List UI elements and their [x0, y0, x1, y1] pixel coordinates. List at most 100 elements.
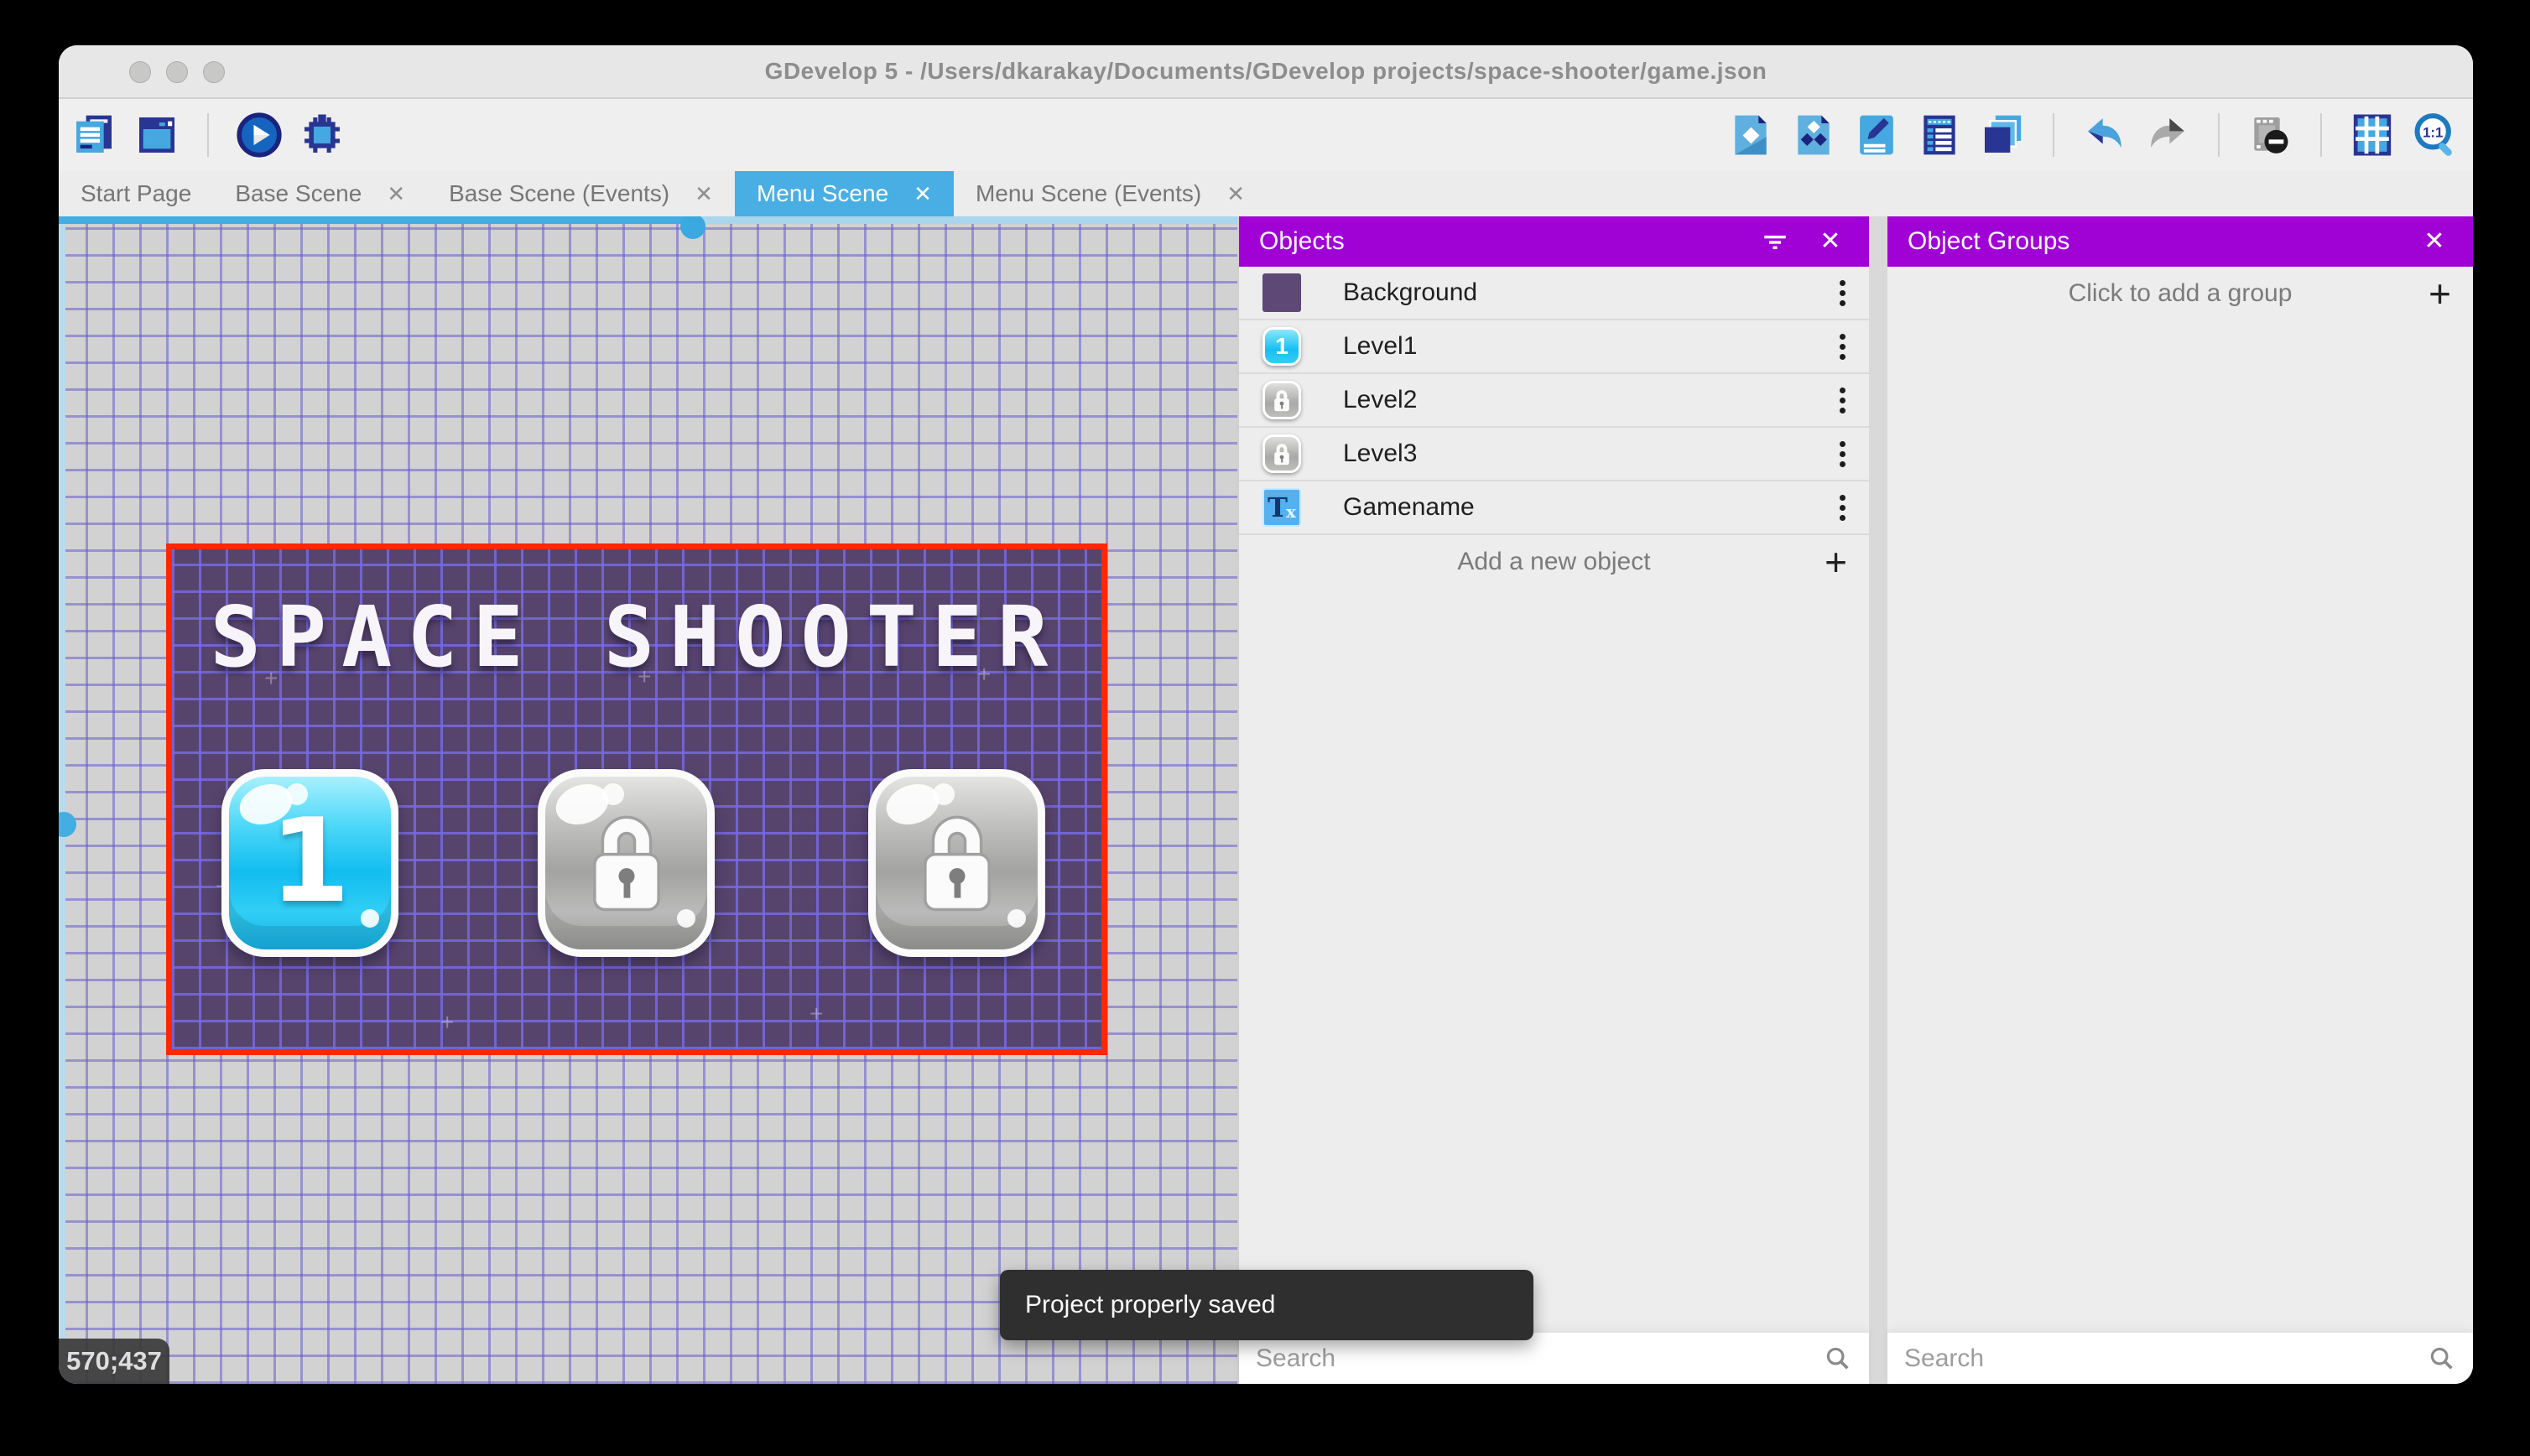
close-tab-icon[interactable]: ✕ — [914, 183, 932, 205]
debug-icon[interactable] — [298, 111, 346, 159]
search-icon — [1826, 1347, 1849, 1370]
button-highlight — [1007, 909, 1026, 928]
toggle-grid-icon[interactable] — [2348, 111, 2397, 159]
text-object-thumbnail: Tx — [1262, 488, 1301, 527]
game-title-text-instance[interactable]: SPACE SHOOTER — [172, 588, 1101, 686]
tab-menu-scene-events[interactable]: Menu Scene (Events) ✕ — [954, 171, 1267, 216]
object-name: Level3 — [1343, 439, 1418, 467]
toolbar-divider — [2053, 113, 2054, 157]
search-icon — [2430, 1347, 2453, 1370]
editor-tab-bar: Start Page Base Scene ✕ Base Scene (Even… — [59, 171, 2473, 216]
background-thumbnail — [1262, 273, 1301, 312]
main-content: + + + + + + + + SPACE SHOOTER 1 — [59, 216, 2473, 1384]
level2-thumbnail — [1262, 381, 1301, 419]
play-icon[interactable] — [235, 111, 284, 159]
toast-message: Project properly saved — [1025, 1291, 1276, 1318]
screenshot-background: GDevelop 5 - /Users/dkarakay/Documents/G… — [0, 0, 2530, 1456]
tab-label: Menu Scene (Events) — [975, 180, 1202, 206]
object-menu-icon[interactable] — [1834, 494, 1851, 521]
scene-window-instance[interactable]: + + + + + + + + SPACE SHOOTER 1 — [166, 543, 1107, 1055]
object-menu-icon[interactable] — [1834, 387, 1851, 413]
level2-button-instance[interactable] — [538, 769, 715, 957]
toolbar-divider — [2320, 113, 2322, 157]
project-manager-icon[interactable] — [70, 111, 118, 159]
panel-divider — [1869, 216, 1887, 1384]
close-panel-icon[interactable]: ✕ — [1812, 223, 1849, 260]
svg-text:1:1: 1:1 — [2423, 124, 2443, 140]
button-highlight — [677, 909, 695, 928]
level1-thumbnail: 1 — [1262, 327, 1301, 366]
lock-icon — [923, 815, 991, 912]
object-menu-icon[interactable] — [1834, 440, 1851, 467]
window-title: GDevelop 5 - /Users/dkarakay/Documents/G… — [764, 58, 1767, 84]
objects-panel-icon[interactable] — [1726, 111, 1775, 159]
scene-editor-canvas[interactable]: + + + + + + + + SPACE SHOOTER 1 — [59, 216, 1237, 1384]
level1-number: 1 — [269, 793, 351, 928]
tab-menu-scene[interactable]: Menu Scene ✕ — [734, 171, 954, 216]
objects-search-input[interactable] — [1239, 1333, 1869, 1384]
zoom-one-to-one-icon[interactable]: 1:1 — [2411, 111, 2460, 159]
toolbar-divider — [2218, 113, 2220, 157]
level3-thumbnail — [1262, 434, 1301, 473]
tab-base-scene-events[interactable]: Base Scene (Events) ✕ — [427, 171, 735, 216]
object-row-background[interactable]: Background — [1239, 267, 1869, 320]
object-row-gamename[interactable]: Tx Gamename — [1239, 481, 1869, 535]
titlebar: GDevelop 5 - /Users/dkarakay/Documents/G… — [59, 45, 2473, 99]
object-name: Background — [1343, 278, 1478, 306]
object-row-level2[interactable]: Level2 — [1239, 374, 1869, 428]
objects-panel-title: Objects — [1259, 227, 1345, 255]
add-new-object-button[interactable]: Add a new object + — [1239, 535, 1869, 589]
object-menu-icon[interactable] — [1834, 333, 1851, 360]
save-toast: Project properly saved — [1000, 1270, 1533, 1340]
objects-panel: Objects ✕ Background 1 Level1 Level2 Lev… — [1237, 216, 1869, 1384]
undo-icon[interactable] — [2080, 111, 2129, 159]
object-groups-panel-icon[interactable] — [1789, 111, 1838, 159]
object-name: Level2 — [1343, 386, 1418, 413]
toggle-mask-icon[interactable] — [2246, 111, 2294, 159]
main-toolbar: 1:1 — [59, 99, 2473, 171]
lock-icon — [592, 815, 660, 912]
toolbar-divider — [207, 113, 209, 157]
objects-panel-empty-area — [1239, 589, 1869, 1332]
object-groups-panel: Object Groups ✕ Click to add a group + — [1887, 216, 2473, 1384]
cursor-coordinates-badge: 570;437 — [59, 1339, 169, 1384]
vertical-scrollbar-handle[interactable] — [59, 812, 76, 837]
properties-panel-icon[interactable] — [1852, 111, 1901, 159]
groups-search-input[interactable] — [1887, 1333, 2473, 1384]
close-tab-icon[interactable]: ✕ — [695, 183, 713, 205]
level1-button-instance[interactable]: 1 — [221, 769, 398, 957]
redo-icon[interactable] — [2143, 111, 2192, 159]
level3-button-instance[interactable] — [868, 769, 1045, 957]
horizontal-scrollbar-fill — [59, 216, 695, 224]
object-row-level1[interactable]: 1 Level1 — [1239, 320, 1869, 374]
close-panel-icon[interactable]: ✕ — [2416, 223, 2453, 260]
tab-label: Start Page — [81, 180, 192, 206]
horizontal-scrollbar-handle[interactable] — [680, 216, 705, 239]
close-tab-icon[interactable]: ✕ — [387, 183, 405, 205]
object-groups-panel-header: Object Groups ✕ — [1887, 216, 2473, 267]
object-groups-empty-area — [1887, 320, 2473, 1332]
add-group-button[interactable]: Click to add a group + — [1887, 267, 2473, 320]
star-decoration: + — [809, 1001, 824, 1027]
vertical-scrollbar[interactable] — [59, 216, 65, 1384]
tab-label: Menu Scene — [756, 180, 889, 206]
object-name: Gamename — [1343, 493, 1475, 521]
filter-icon[interactable] — [1757, 223, 1793, 260]
groups-search-row — [1887, 1332, 2473, 1384]
plus-icon: + — [1825, 540, 1847, 584]
tab-label: Base Scene — [235, 180, 362, 206]
close-tab-icon[interactable]: ✕ — [1226, 183, 1245, 205]
tab-base-scene[interactable]: Base Scene ✕ — [213, 171, 427, 216]
button-highlight — [361, 909, 379, 928]
tab-start-page[interactable]: Start Page — [59, 171, 213, 216]
plus-icon: + — [2428, 272, 2451, 315]
layers-panel-icon[interactable] — [1978, 111, 2027, 159]
tab-label: Base Scene (Events) — [449, 180, 670, 206]
star-decoration: + — [440, 1009, 455, 1035]
object-name: Level1 — [1343, 332, 1418, 360]
scene-editor-icon[interactable] — [133, 111, 181, 159]
object-row-level3[interactable]: Level3 — [1239, 428, 1869, 481]
gdevelop-window: GDevelop 5 - /Users/dkarakay/Documents/G… — [59, 45, 2473, 1384]
object-menu-icon[interactable] — [1834, 279, 1851, 306]
instances-list-icon[interactable] — [1915, 111, 1964, 159]
